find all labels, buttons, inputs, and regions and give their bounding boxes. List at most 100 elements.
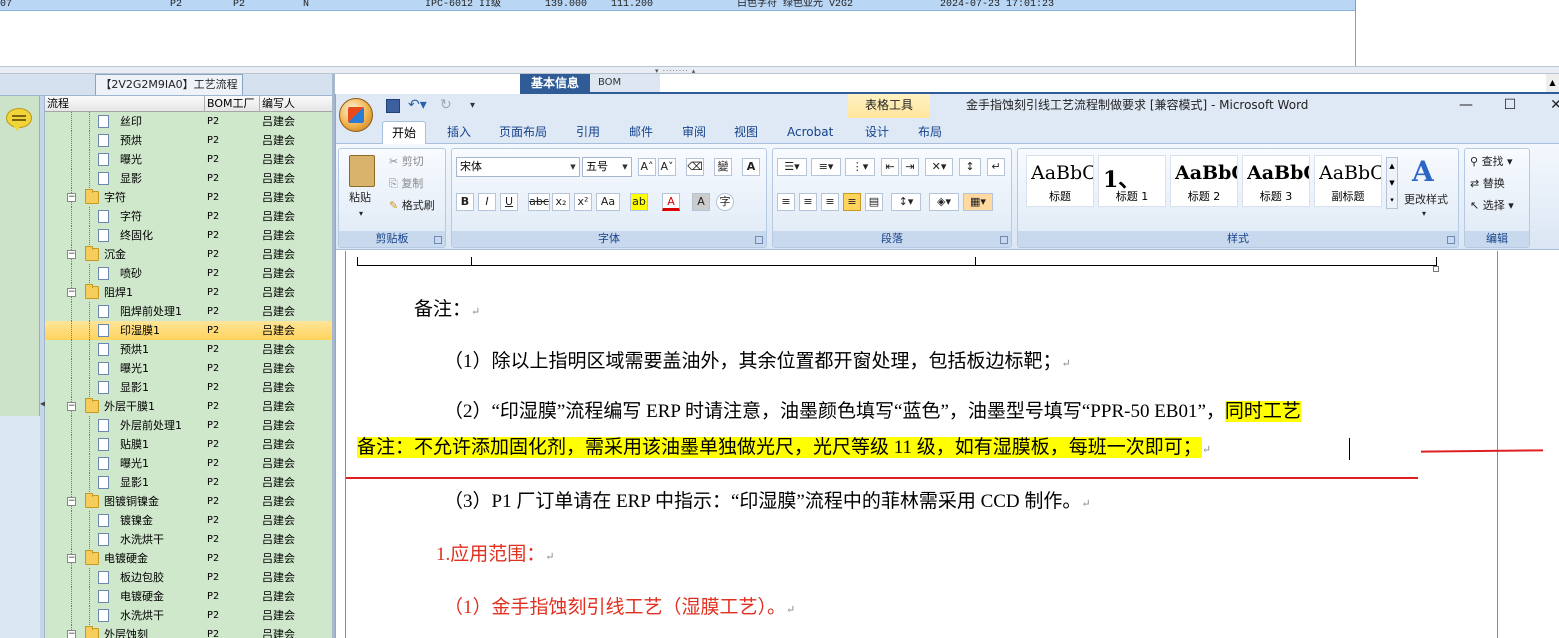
close-button[interactable]: ✕: [1534, 94, 1559, 116]
note-heading[interactable]: 备注：↵: [414, 297, 480, 325]
tree-item-row[interactable]: 镀镍金 P2 吕建会: [45, 511, 332, 530]
paragraph-2-line-1[interactable]: （2）“印湿膜”流程编写 ERP 时请注意，油墨颜色填写“蓝色”，油墨型号填写“…: [444, 399, 1301, 425]
table-bottom-edge[interactable]: [357, 257, 1437, 266]
paragraph-1[interactable]: （1）除以上指明区域需要盖油外，其余位置都开窗处理，包括板边标靶；↵: [444, 349, 1071, 377]
cut-button[interactable]: ✂ 剪切: [389, 155, 424, 169]
collapse-toggle-icon[interactable]: −: [67, 250, 76, 259]
tree-item-row[interactable]: 水洗烘干 P2 吕建会: [45, 606, 332, 625]
distribute-icon[interactable]: ▤: [865, 193, 883, 211]
dialog-launcher-icon[interactable]: [1447, 236, 1455, 244]
font-name-combo[interactable]: 宋体 ▼: [456, 157, 580, 177]
borders-icon[interactable]: ▦▾: [963, 193, 993, 211]
font-color-icon[interactable]: A: [662, 193, 680, 211]
tree-item-row[interactable]: 显影1 P2 吕建会: [45, 378, 332, 397]
column-header-flow[interactable]: 流程: [45, 96, 205, 112]
dialog-launcher-icon[interactable]: [434, 236, 442, 244]
bold-icon[interactable]: B: [456, 193, 474, 211]
save-icon[interactable]: [386, 99, 400, 113]
tree-folder-row[interactable]: − 外层蚀刻 P2 吕建会: [45, 625, 332, 638]
collapse-toggle-icon[interactable]: −: [67, 288, 76, 297]
column-header-bom-factory[interactable]: BOM工厂: [205, 96, 260, 112]
tree-item-row[interactable]: 字符 P2 吕建会: [45, 207, 332, 226]
tree-item-row[interactable]: 阻焊前处理1 P2 吕建会: [45, 302, 332, 321]
tree-item-row[interactable]: 板边包胶 P2 吕建会: [45, 568, 332, 587]
show-marks-icon[interactable]: ↵: [987, 158, 1005, 176]
line-spacing-icon[interactable]: ↕▾: [891, 193, 921, 211]
tab-view[interactable]: 视图: [725, 121, 767, 144]
collapse-toggle-icon[interactable]: −: [67, 554, 76, 563]
tab-mailings[interactable]: 邮件: [620, 121, 662, 144]
minimize-button[interactable]: —: [1444, 94, 1488, 116]
customize-toolbar-icon[interactable]: ▾: [470, 99, 484, 113]
office-button[interactable]: [339, 98, 373, 132]
enclose-char-icon[interactable]: 字: [716, 193, 734, 211]
tab-home[interactable]: 开始: [382, 121, 427, 144]
tab-acrobat[interactable]: Acrobat: [778, 121, 842, 144]
tree-item-row[interactable]: 丝印 P2 吕建会: [45, 112, 332, 131]
style-heading-2[interactable]: AaBbC 标题 2: [1170, 155, 1238, 207]
tree-item-row[interactable]: 电镀硬金 P2 吕建会: [45, 587, 332, 606]
dialog-launcher-icon[interactable]: [755, 236, 763, 244]
clear-format-icon[interactable]: ⌫: [686, 158, 704, 176]
strikethrough-icon[interactable]: abc: [528, 193, 550, 211]
tree-item-row[interactable]: 水洗烘干 P2 吕建会: [45, 530, 332, 549]
chat-bubble-icon[interactable]: [6, 108, 32, 131]
tree-folder-row[interactable]: − 阻焊1 P2 吕建会: [45, 283, 332, 302]
tree-item-row[interactable]: 预烘 P2 吕建会: [45, 131, 332, 150]
tree-folder-row[interactable]: − 图镀铜镍金 P2 吕建会: [45, 492, 332, 511]
grow-font-icon[interactable]: A˄: [638, 158, 656, 176]
tab-design[interactable]: 设计: [856, 121, 898, 144]
scope-heading[interactable]: 1.应用范围：↵: [436, 542, 554, 570]
change-styles-icon[interactable]: A: [1412, 155, 1434, 188]
tab-basic-info[interactable]: 基本信息: [520, 74, 590, 92]
scope-item-1[interactable]: （1）金手指蚀刻引线工艺（湿膜工艺）。↵: [444, 595, 795, 623]
tab-layout[interactable]: 布局: [909, 121, 951, 144]
sort-icon[interactable]: ↕: [959, 158, 981, 176]
char-shading-icon[interactable]: A: [692, 193, 710, 211]
dialog-launcher-icon[interactable]: [1000, 236, 1008, 244]
paragraph-2-line-2[interactable]: 备注：不允许添加固化剂，需采用该油墨单独做光尺，光尺等级 11 级，如有湿膜板，…: [357, 435, 1211, 463]
asian-layout-icon[interactable]: ✕▾: [925, 158, 953, 176]
styles-scroll[interactable]: ▲ ▼ ▾: [1386, 157, 1398, 209]
superscript-icon[interactable]: x²: [574, 193, 592, 211]
align-right-icon[interactable]: ≡: [821, 193, 839, 211]
increase-indent-icon[interactable]: ⇥: [901, 158, 919, 176]
find-button[interactable]: ⚲ 查找 ▾: [1470, 155, 1513, 169]
collapse-toggle-icon[interactable]: −: [67, 630, 76, 638]
shrink-font-icon[interactable]: A˅: [658, 158, 676, 176]
italic-icon[interactable]: I: [478, 193, 496, 211]
decrease-indent-icon[interactable]: ⇤: [881, 158, 899, 176]
select-button[interactable]: ↖ 选择 ▾: [1470, 199, 1514, 213]
tree-item-row[interactable]: 曝光1 P2 吕建会: [45, 359, 332, 378]
underline-icon[interactable]: U: [500, 193, 518, 211]
chevron-down-icon[interactable]: ▼: [567, 158, 579, 176]
grid-selected-row[interactable]: 07 P2 P2 N IPC-6012 II级 139.000 111.200 …: [0, 0, 1355, 11]
style-title[interactable]: AaBbC 标题: [1026, 155, 1094, 207]
change-styles-button[interactable]: 更改样式: [1404, 193, 1448, 207]
tab-process-flow[interactable]: 【2V2G2M9IA0】工艺流程: [95, 74, 243, 95]
tree-item-row[interactable]: 喷砂 P2 吕建会: [45, 264, 332, 283]
align-center-icon[interactable]: ≡: [799, 193, 817, 211]
style-heading-3[interactable]: AaBbC 标题 3: [1242, 155, 1310, 207]
tab-review[interactable]: 审阅: [673, 121, 715, 144]
subscript-icon[interactable]: x₂: [552, 193, 570, 211]
tree-folder-row[interactable]: − 沉金 P2 吕建会: [45, 245, 332, 264]
bullets-icon[interactable]: ☰▾: [777, 158, 807, 176]
tree-folder-row[interactable]: − 电镀硬金 P2 吕建会: [45, 549, 332, 568]
maximize-button[interactable]: ☐: [1488, 94, 1532, 116]
format-painter-button[interactable]: ✎ 格式刷: [389, 199, 435, 213]
collapse-toggle-icon[interactable]: −: [67, 402, 76, 411]
scroll-up-icon[interactable]: ▲: [1546, 74, 1559, 92]
shading-icon[interactable]: ◈▾: [929, 193, 959, 211]
justify-icon[interactable]: ≡: [843, 193, 861, 211]
collapse-toggle-icon[interactable]: −: [67, 497, 76, 506]
tab-insert[interactable]: 插入: [438, 121, 480, 144]
tree-folder-row[interactable]: − 字符 P2 吕建会: [45, 188, 332, 207]
copy-button[interactable]: ⎘ 复制: [389, 177, 423, 191]
highlight-icon[interactable]: ab: [630, 193, 648, 211]
tab-bom[interactable]: BOM: [590, 74, 660, 92]
tree-item-row[interactable]: 外层前处理1 P2 吕建会: [45, 416, 332, 435]
tab-page-layout[interactable]: 页面布局: [490, 121, 556, 144]
align-left-icon[interactable]: ≡: [777, 193, 795, 211]
tree-item-row[interactable]: 显影1 P2 吕建会: [45, 473, 332, 492]
